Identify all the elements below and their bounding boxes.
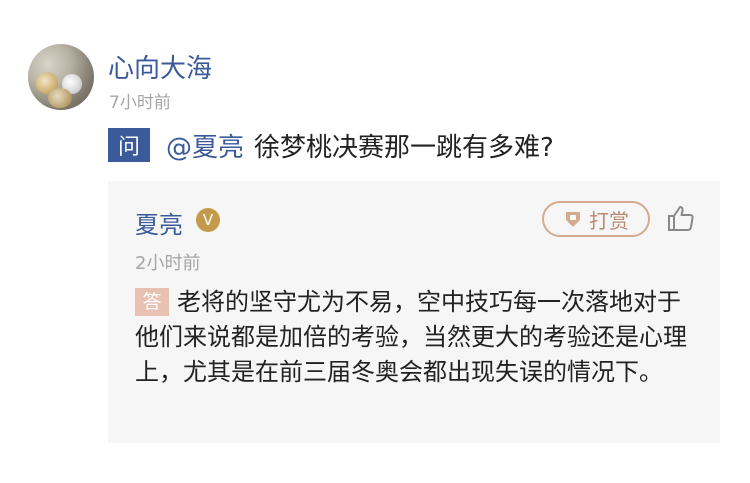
question-text: 徐梦桃决赛那一跳有多难?	[254, 132, 554, 163]
coin-tag-icon	[566, 212, 580, 227]
thumbs-up-icon[interactable]	[666, 203, 696, 233]
verified-badge-icon: V	[196, 208, 220, 232]
answer-badge: 答	[135, 288, 169, 316]
author-name[interactable]: 心向大海	[108, 48, 212, 85]
question-badge: 问	[108, 128, 150, 162]
avatar-coin	[48, 88, 72, 108]
author-avatar[interactable]	[28, 44, 94, 110]
answer-text: 老将的坚守尤为不易，空中技巧每一次落地对于他们来说都是加倍的考验，当然更大的考验…	[135, 288, 687, 386]
answer-timestamp: 2小时前	[135, 253, 201, 274]
answer-body: 答老将的坚守尤为不易，空中技巧每一次落地对于他们来说都是加倍的考验，当然更大的考…	[135, 285, 701, 390]
post-timestamp: 7小时前	[109, 93, 171, 113]
question-mention-link[interactable]: @夏亮	[166, 127, 244, 164]
question-row: 问 @夏亮 徐梦桃决赛那一跳有多难?	[108, 127, 554, 163]
answerer-name[interactable]: 夏亮	[135, 205, 183, 240]
tip-button[interactable]: 打赏	[542, 201, 650, 237]
answer-card: 夏亮 V 打赏 2小时前 答老将的坚守尤为不易，空中技巧每一次落地对于他们来说都…	[108, 181, 720, 443]
tip-label: 打赏	[589, 208, 629, 233]
